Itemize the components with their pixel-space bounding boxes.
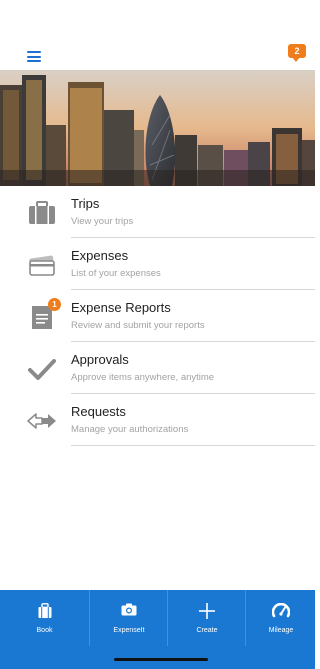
tab-label: Create bbox=[196, 627, 218, 634]
briefcase-icon bbox=[38, 603, 51, 618]
menu-item-title: Approvals bbox=[71, 352, 129, 367]
divider bbox=[71, 445, 315, 446]
menu-item-expenses[interactable]: Expenses List of your expenses bbox=[0, 238, 315, 290]
tab-book[interactable]: Book bbox=[0, 590, 89, 646]
menu-item-approvals[interactable]: Approvals Approve items anywhere, anytim… bbox=[0, 342, 315, 394]
speedometer-icon bbox=[272, 603, 290, 618]
menu-item-title: Expenses bbox=[71, 248, 129, 263]
city-skyline-banner bbox=[0, 70, 315, 186]
menu-item-title: Trips bbox=[71, 196, 100, 211]
expense-reports-badge: 1 bbox=[48, 298, 61, 311]
menu-item-title: Expense Reports bbox=[71, 300, 171, 315]
tab-label: Mileage bbox=[268, 627, 294, 634]
home-indicator bbox=[114, 658, 208, 661]
credit-card-icon bbox=[29, 255, 55, 276]
hamburger-menu-icon[interactable] bbox=[27, 51, 41, 62]
menu-item-subtitle: Review and submit your reports bbox=[71, 320, 205, 331]
arrows-exchange-icon bbox=[27, 413, 56, 429]
tab-label: Book bbox=[36, 627, 53, 634]
menu-item-subtitle: Manage your authorizations bbox=[71, 424, 189, 435]
tab-create[interactable]: Create bbox=[167, 590, 246, 646]
camera-icon bbox=[121, 603, 137, 616]
tab-mileage[interactable]: Mileage bbox=[245, 590, 316, 646]
notification-count: 2 bbox=[288, 44, 306, 58]
tab-label: ExpenseIt bbox=[113, 627, 145, 634]
menu-item-title: Requests bbox=[71, 404, 126, 419]
menu-item-trips[interactable]: Trips View your trips bbox=[0, 186, 315, 238]
menu-item-subtitle: View your trips bbox=[71, 216, 134, 227]
notifications-chat-icon[interactable]: 2 bbox=[288, 44, 306, 62]
briefcase-icon bbox=[29, 201, 55, 224]
menu-item-requests[interactable]: Requests Manage your authorizations bbox=[0, 394, 315, 446]
top-bar: 2 bbox=[0, 0, 315, 70]
checkmark-icon bbox=[28, 359, 56, 380]
main-menu: Trips View your trips Expenses List of y… bbox=[0, 186, 315, 446]
plus-icon bbox=[199, 603, 215, 619]
menu-item-subtitle: Approve items anywhere, anytime bbox=[71, 372, 215, 383]
menu-item-subtitle: List of your expenses bbox=[71, 268, 161, 279]
menu-item-expense-reports[interactable]: 1 Expense Reports Review and submit your… bbox=[0, 290, 315, 342]
tab-expenseit[interactable]: ExpenseIt bbox=[89, 590, 168, 646]
